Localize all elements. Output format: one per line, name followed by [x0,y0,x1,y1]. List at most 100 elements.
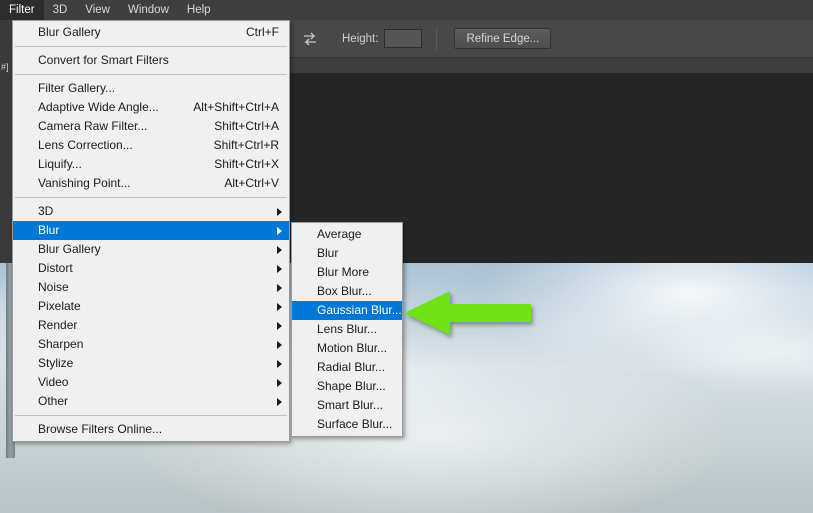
menu-item-label: Camera Raw Filter... [38,119,148,133]
menu-item-label: Blur Gallery [38,242,101,256]
menubar-item-3d[interactable]: 3D [44,0,77,20]
filter-dropdown-menu: Blur Gallery Ctrl+F Convert for Smart Filt… [12,20,290,442]
menubar-item-view[interactable]: View [76,0,119,20]
menu-item-shortcut: Alt+Shift+Ctrl+A [193,100,279,114]
menu-item-noise[interactable]: Noise [13,278,289,297]
chevron-right-icon [277,321,282,330]
menu-item-shortcut: Ctrl+F [246,25,279,39]
menu-item-vanishing-point[interactable]: Vanishing Point... Alt+Ctrl+V [13,174,289,193]
chevron-right-icon [277,245,282,254]
menu-item-label: 3D [38,204,54,218]
menu-item-filter-gallery[interactable]: Filter Gallery... [13,79,289,98]
menu-item-label: Lens Correction... [38,138,133,152]
menu-item-label: Lens Blur... [317,322,378,336]
menu-item-label: Adaptive Wide Angle... [38,100,159,114]
menu-item-label: Motion Blur... [317,341,388,355]
menu-item-label: Vanishing Point... [38,176,131,190]
menu-item-liquify[interactable]: Liquify... Shift+Ctrl+X [13,155,289,174]
menu-item-label: Average [317,227,362,241]
chevron-right-icon [277,207,282,216]
menu-item-other[interactable]: Other [13,392,289,411]
menu-item-label: Blur More [317,265,370,279]
menu-item-label: Shape Blur... [317,379,386,393]
menu-item-surface-blur[interactable]: Surface Blur... [292,415,402,434]
options-divider [436,27,438,50]
menubar-item-window[interactable]: Window [119,0,178,20]
menu-item-label: Blur [38,223,60,237]
menu-item-average[interactable]: Average [292,225,402,244]
menu-item-label: Blur [317,246,339,260]
menu-item-label: Pixelate [38,299,81,313]
menu-item-lens-correction[interactable]: Lens Correction... Shift+Ctrl+R [13,136,289,155]
menu-item-label: Box Blur... [317,284,372,298]
menu-item-video[interactable]: Video [13,373,289,392]
menu-item-label: Video [38,375,69,389]
menu-item-label: Gaussian Blur... [317,303,402,317]
chevron-right-icon [277,264,282,273]
menu-item-motion-blur[interactable]: Motion Blur... [292,339,402,358]
menu-item-blur-gallery[interactable]: Blur Gallery Ctrl+F [13,23,289,42]
menu-item-stylize[interactable]: Stylize [13,354,289,373]
annotation-arrow-icon [404,291,531,335]
menu-item-label: Radial Blur... [317,360,386,374]
menu-item-label: Render [38,318,78,332]
left-tool-strip [0,20,12,263]
menu-item-lens-blur[interactable]: Lens Blur... [292,320,402,339]
menu-item-blur-more[interactable]: Blur More [292,263,402,282]
document-tab-fragment[interactable]: #] [0,60,11,74]
menubar-item-filter[interactable]: Filter [0,0,44,20]
menu-item-box-blur[interactable]: Box Blur... [292,282,402,301]
menu-separator [15,46,287,47]
refine-edge-button[interactable]: Refine Edge... [454,28,552,49]
menu-item-label: Smart Blur... [317,398,384,412]
menu-item-blur[interactable]: Blur [13,221,289,240]
menu-item-render[interactable]: Render [13,316,289,335]
blur-submenu: Average Blur Blur More Box Blur... Gaussian … [291,222,403,437]
menu-item-distort[interactable]: Distort [13,259,289,278]
chevron-right-icon [277,302,282,311]
menu-item-blur[interactable]: Blur [292,244,402,263]
menu-item-label: Other [38,394,69,408]
menu-item-blur-gallery[interactable]: Blur Gallery [13,240,289,259]
menu-separator [15,415,287,416]
menu-item-smart-blur[interactable]: Smart Blur... [292,396,402,415]
menu-item-shortcut: Shift+Ctrl+X [214,157,279,171]
chevron-right-icon [277,397,282,406]
menu-separator [15,197,287,198]
menu-item-adaptive-wide-angle[interactable]: Adaptive Wide Angle... Alt+Shift+Ctrl+A [13,98,289,117]
menu-item-label: Surface Blur... [317,417,393,431]
chevron-right-icon [277,226,282,235]
menu-item-label: Sharpen [38,337,84,351]
menubar-item-help[interactable]: Help [178,0,220,20]
menu-item-shape-blur[interactable]: Shape Blur... [292,377,402,396]
menu-item-label: Convert for Smart Filters [38,53,169,67]
menu-item-label: Liquify... [38,157,82,171]
menu-item-pixelate[interactable]: Pixelate [13,297,289,316]
menu-item-shortcut: Alt+Ctrl+V [224,176,279,190]
height-input[interactable] [384,29,423,48]
menu-bar: Filter 3D View Window Help [0,0,813,20]
chevron-right-icon [277,378,282,387]
menu-item-label: Stylize [38,356,74,370]
options-bar: Height: Refine Edge... [290,20,813,58]
menu-item-label: Noise [38,280,69,294]
menu-item-sharpen[interactable]: Sharpen [13,335,289,354]
menu-item-convert-for-smart-filters[interactable]: Convert for Smart Filters [13,51,289,70]
document-tab-strip [290,58,813,74]
menu-item-3d[interactable]: 3D [13,202,289,221]
chevron-right-icon [277,359,282,368]
menu-item-browse-filters-online[interactable]: Browse Filters Online... [13,420,289,439]
chevron-right-icon [277,340,282,349]
menu-item-gaussian-blur[interactable]: Gaussian Blur... [292,301,402,320]
menu-item-camera-raw-filter[interactable]: Camera Raw Filter... Shift+Ctrl+A [13,117,289,136]
menu-item-shortcut: Shift+Ctrl+A [214,119,279,133]
chevron-right-icon [277,283,282,292]
photoshop-window: KONGRE MERKEZİ #] Height: Refine Edge...… [0,0,813,513]
menu-item-shortcut: Shift+Ctrl+R [213,138,279,152]
menu-item-label: Browse Filters Online... [38,422,163,436]
menu-separator [15,74,287,75]
swap-arrows-icon[interactable] [300,29,320,49]
menu-item-radial-blur[interactable]: Radial Blur... [292,358,402,377]
menu-item-label: Blur Gallery [38,25,101,39]
menu-item-label: Distort [38,261,73,275]
